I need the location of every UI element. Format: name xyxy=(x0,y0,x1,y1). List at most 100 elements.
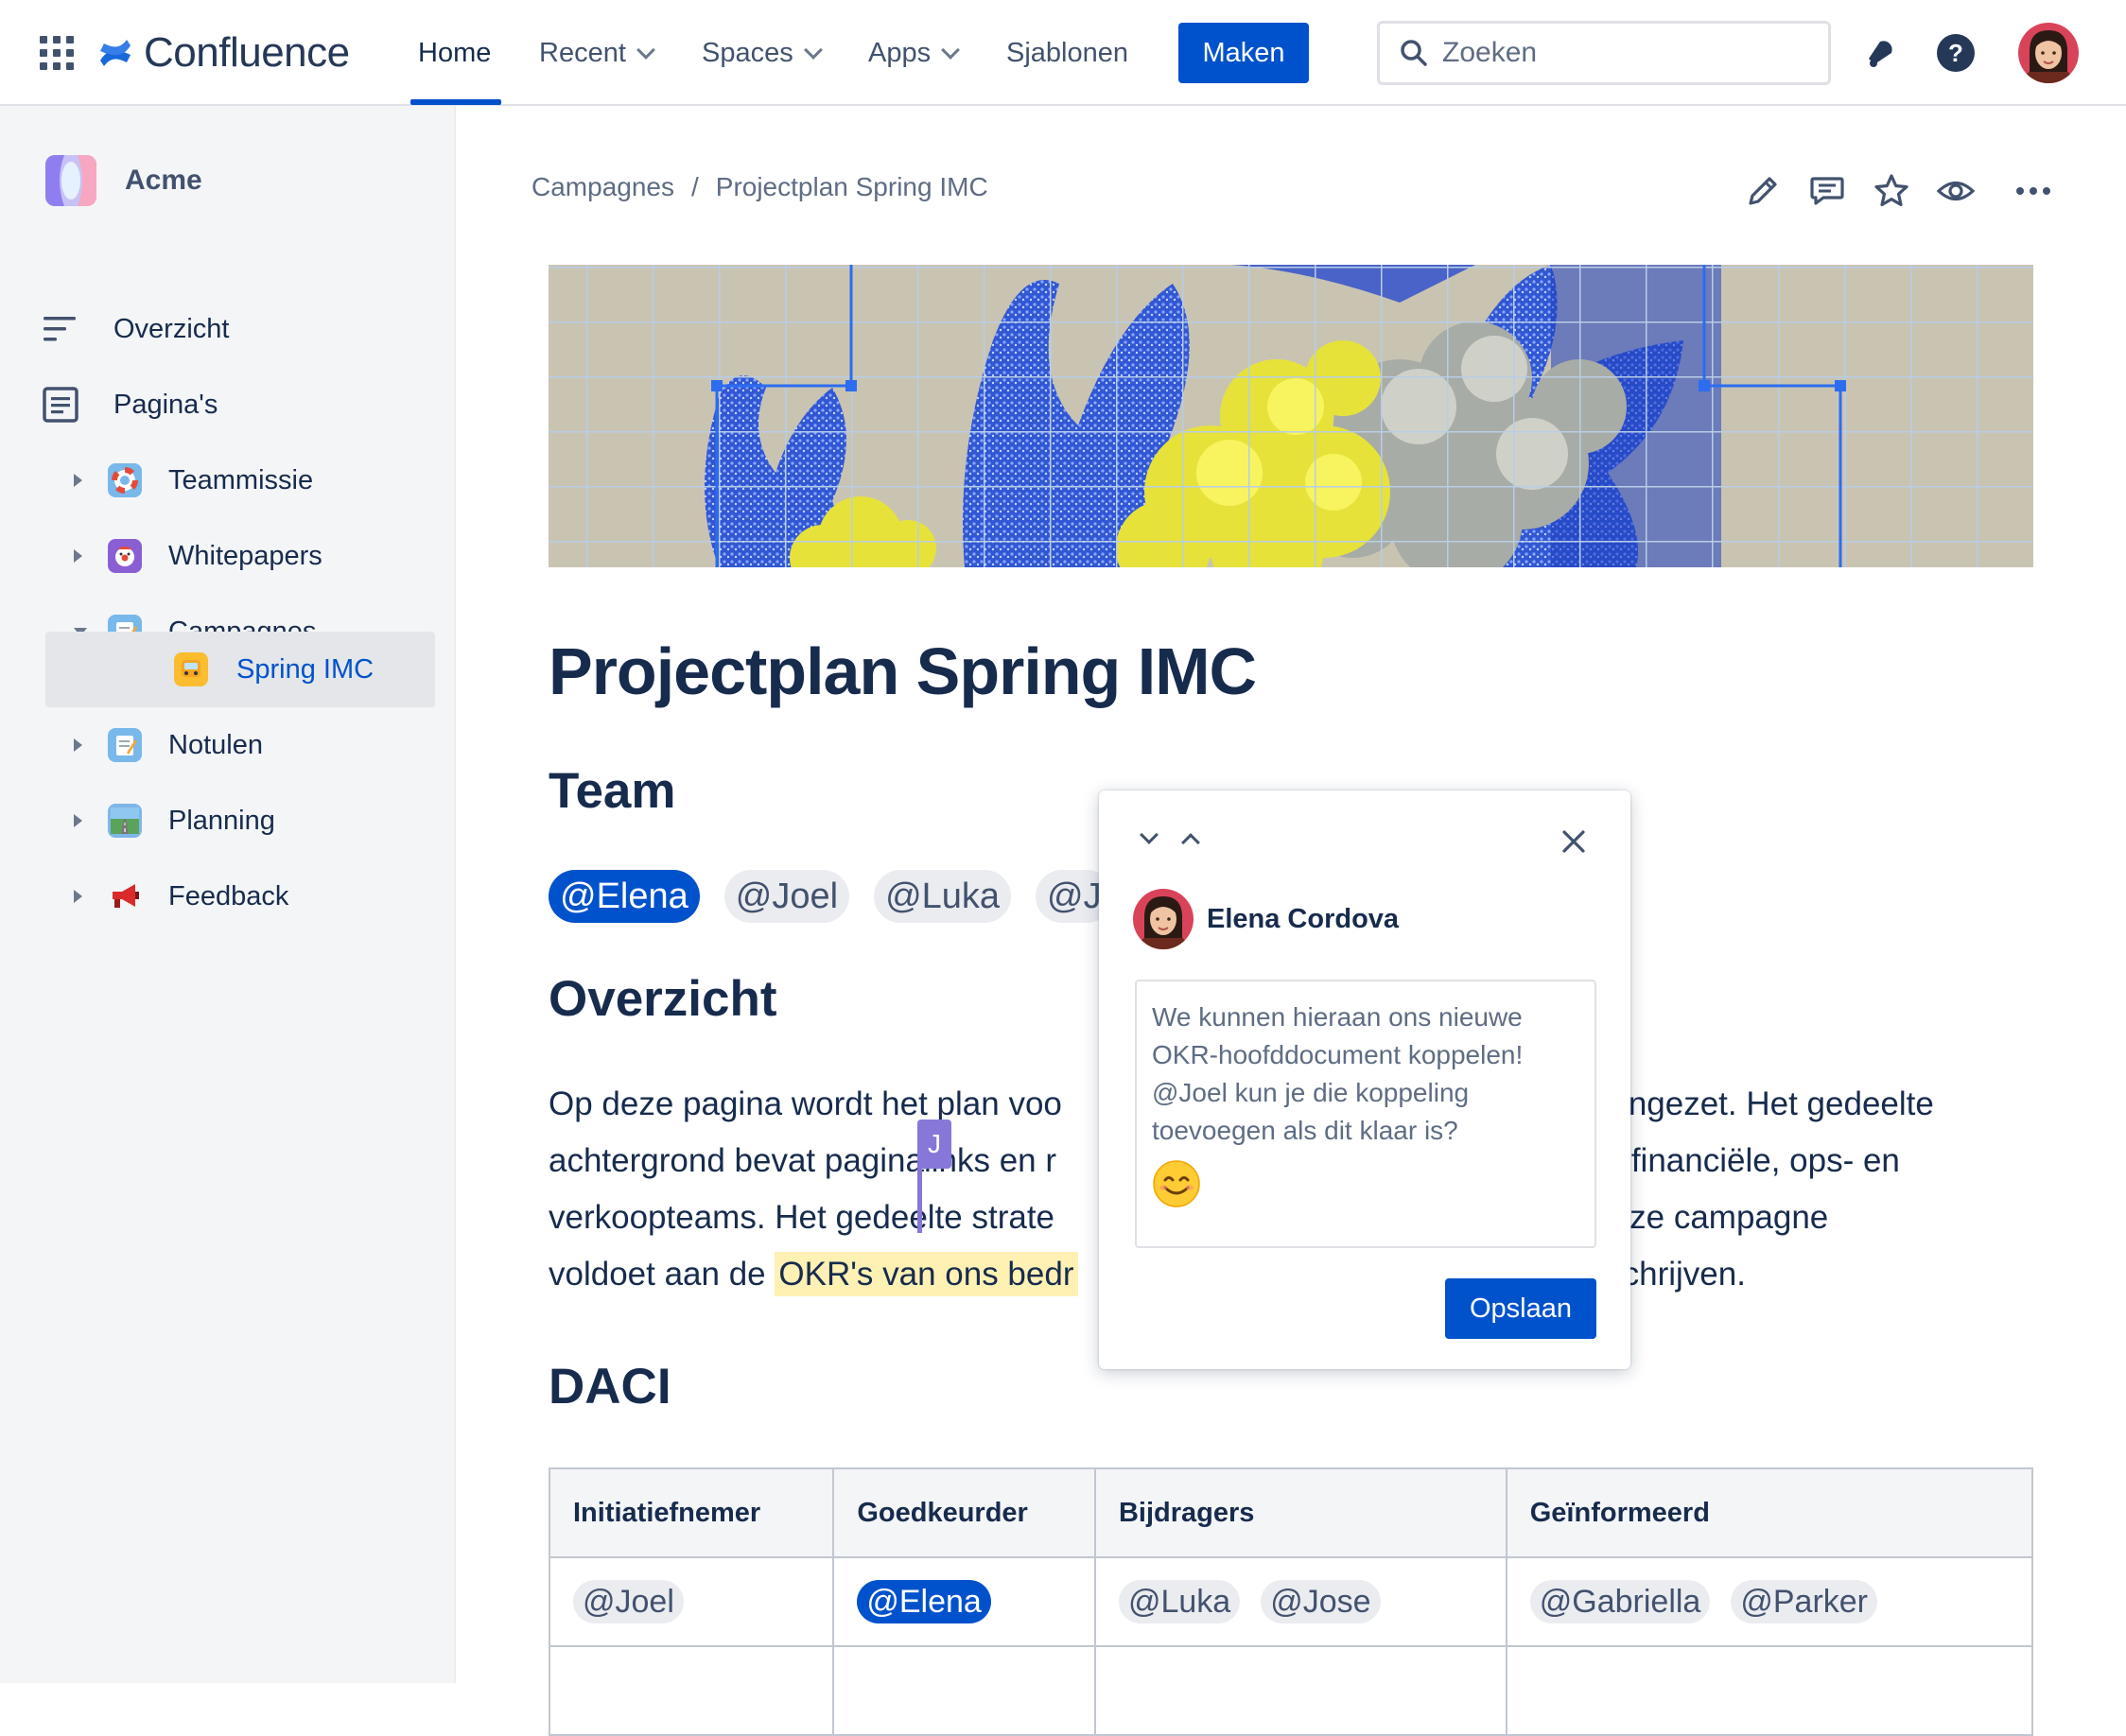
page-actions xyxy=(1742,170,2054,212)
page-title[interactable]: Projectplan Spring IMC xyxy=(549,634,1257,709)
nav-templates[interactable]: Sjablonen xyxy=(1006,34,1128,72)
mention-chip[interactable]: @Luka xyxy=(1118,1580,1241,1623)
comment-editor[interactable]: We kunnen hieraan ons nieuwe OKR-hoofddo… xyxy=(1135,980,1596,1248)
confluence-logo[interactable]: Confluence xyxy=(96,25,350,81)
text-segment: Op deze pagina wordt het plan voo xyxy=(549,1085,1062,1122)
sidebar-tree-teammissie[interactable]: Teammissie xyxy=(0,443,456,518)
sidebar-item-overview[interactable]: Overzicht xyxy=(0,291,456,367)
breadcrumb-current-link[interactable]: Projectplan Spring IMC xyxy=(716,172,988,202)
table-header-cell[interactable]: Geïnformeerd xyxy=(1505,1467,2034,1558)
mention-chip[interactable]: @Gabriella xyxy=(1529,1580,1711,1623)
product-name: Confluence xyxy=(144,29,350,76)
tree-item-label: Planning xyxy=(168,805,275,836)
overview-heading: Overzicht xyxy=(549,971,777,1027)
svg-text:?: ? xyxy=(1948,39,1963,67)
comment-text: We kunnen hieraan ons nieuwe OKR-hoofddo… xyxy=(1152,1002,1524,1145)
collaborator-initial: J xyxy=(917,1120,951,1169)
expand-arrow-icon[interactable] xyxy=(74,814,82,827)
bus-icon xyxy=(174,652,208,686)
create-button[interactable]: Maken xyxy=(1178,23,1309,83)
sidebar-tree-feedback[interactable]: Feedback xyxy=(0,859,456,934)
sidebar-tree-notulen[interactable]: Notulen xyxy=(0,707,456,783)
daci-heading: DACI xyxy=(549,1359,671,1415)
expand-arrow-icon[interactable] xyxy=(74,549,82,563)
tree-item-label: Teammissie xyxy=(168,464,314,495)
memo-icon xyxy=(108,728,142,762)
inline-comment-popover: Elena Cordova We kunnen hieraan ons nieu… xyxy=(1099,790,1630,1369)
table-cell[interactable] xyxy=(1505,1645,2034,1736)
table-cell[interactable] xyxy=(1093,1645,1507,1736)
comment-icon[interactable] xyxy=(1806,170,1848,212)
space-sidebar: Acme Overzicht Pagina's Teammissie White… xyxy=(0,106,456,1683)
nav-recent-label: Recent xyxy=(539,37,626,68)
author-avatar xyxy=(1133,889,1194,949)
overview-icon xyxy=(42,310,79,348)
search-input[interactable] xyxy=(1442,37,1802,69)
lifebuoy-icon xyxy=(108,463,142,497)
sidebar-tree-spring-imc[interactable]: Spring IMC xyxy=(0,632,456,707)
expand-arrow-icon[interactable] xyxy=(74,890,82,903)
chevron-down-icon xyxy=(636,41,655,60)
star-icon[interactable] xyxy=(1871,170,1912,212)
notifications-icon[interactable] xyxy=(1859,32,1901,74)
watch-eye-icon[interactable] xyxy=(1935,170,1977,212)
mention-chip[interactable]: @Elena xyxy=(549,870,700,923)
breadcrumb-parent-link[interactable]: Campagnes xyxy=(532,172,674,202)
space-header[interactable]: Acme xyxy=(45,155,202,206)
app-switcher-icon[interactable] xyxy=(40,36,74,70)
tree-item-label: Notulen xyxy=(168,729,263,760)
text-segment: voldoet aan de xyxy=(549,1256,775,1293)
mention-chip[interactable]: @Joel xyxy=(723,870,850,923)
daci-table: Initiatiefnemer Goedkeurder Bijdragers G… xyxy=(548,1467,2034,1736)
expand-arrow-icon[interactable] xyxy=(74,738,82,752)
mention-chip[interactable]: @Parker xyxy=(1731,1580,1877,1623)
table-cell[interactable] xyxy=(832,1645,1096,1736)
search-box[interactable] xyxy=(1377,21,1831,85)
table-header-cell[interactable]: Bijdragers xyxy=(1093,1467,1507,1558)
help-icon[interactable]: ? xyxy=(1935,32,1977,74)
save-comment-button[interactable]: Opslaan xyxy=(1445,1278,1596,1339)
highlighted-text[interactable]: OKR's van ons bedr xyxy=(775,1252,1078,1296)
sidebar-item-pages[interactable]: Pagina's xyxy=(0,367,456,443)
nav-recent[interactable]: Recent xyxy=(539,34,655,72)
sidebar-item-label: Overzicht xyxy=(113,313,230,344)
author-name: Elena Cordova xyxy=(1207,903,1400,934)
chevron-down-icon xyxy=(941,41,961,60)
table-cell[interactable]: @Elena xyxy=(832,1556,1096,1647)
table-cell[interactable]: @Gabriella @Parker xyxy=(1505,1556,2034,1647)
text-segment: achtergrond bevat paginalinks en r xyxy=(549,1142,1057,1179)
team-heading: Team xyxy=(549,763,676,819)
table-cell[interactable]: @Joel xyxy=(548,1556,835,1647)
comment-navigation xyxy=(1140,825,1200,852)
mention-chip[interactable]: @Luka xyxy=(874,870,1012,923)
nav-apps[interactable]: Apps xyxy=(868,34,961,72)
page-header-image xyxy=(549,265,2033,567)
mention-chip[interactable]: @Joel xyxy=(573,1580,684,1623)
table-cell[interactable] xyxy=(548,1645,835,1736)
nav-home[interactable]: Home xyxy=(418,34,491,72)
mention-chip[interactable]: @Elena xyxy=(857,1580,991,1623)
space-name: Acme xyxy=(125,165,202,196)
table-header-row: Initiatiefnemer Goedkeurder Bijdragers G… xyxy=(548,1467,2034,1558)
mention-chip[interactable]: @Jose xyxy=(1261,1580,1381,1623)
table-row: @Joel @Elena @Luka @Jose @Gabriella @Parke… xyxy=(548,1556,2034,1647)
close-icon[interactable] xyxy=(1557,825,1591,859)
sidebar-tree-whitepapers[interactable]: Whitepapers xyxy=(0,518,456,594)
more-options-icon[interactable] xyxy=(2013,170,2054,212)
tree-item-label: Spring IMC xyxy=(236,653,375,685)
nav-home-label: Home xyxy=(418,37,492,68)
breadcrumb-separator: / xyxy=(690,172,699,201)
table-cell[interactable]: @Luka @Jose xyxy=(1093,1556,1507,1647)
table-header-cell[interactable]: Initiatiefnemer xyxy=(548,1467,835,1558)
expand-arrow-icon[interactable] xyxy=(74,474,82,487)
user-avatar[interactable] xyxy=(2018,23,2079,83)
nav-spaces[interactable]: Spaces xyxy=(702,34,823,72)
clown-icon xyxy=(108,539,142,573)
previous-comment-chevron-up-icon[interactable] xyxy=(1181,833,1200,852)
space-logo xyxy=(45,155,96,206)
search-icon xyxy=(1401,40,1427,66)
sidebar-tree-planning[interactable]: Planning xyxy=(0,783,456,859)
edit-pencil-icon[interactable] xyxy=(1742,170,1784,212)
table-header-cell[interactable]: Goedkeurder xyxy=(832,1467,1096,1558)
next-comment-chevron-down-icon[interactable] xyxy=(1140,825,1159,844)
